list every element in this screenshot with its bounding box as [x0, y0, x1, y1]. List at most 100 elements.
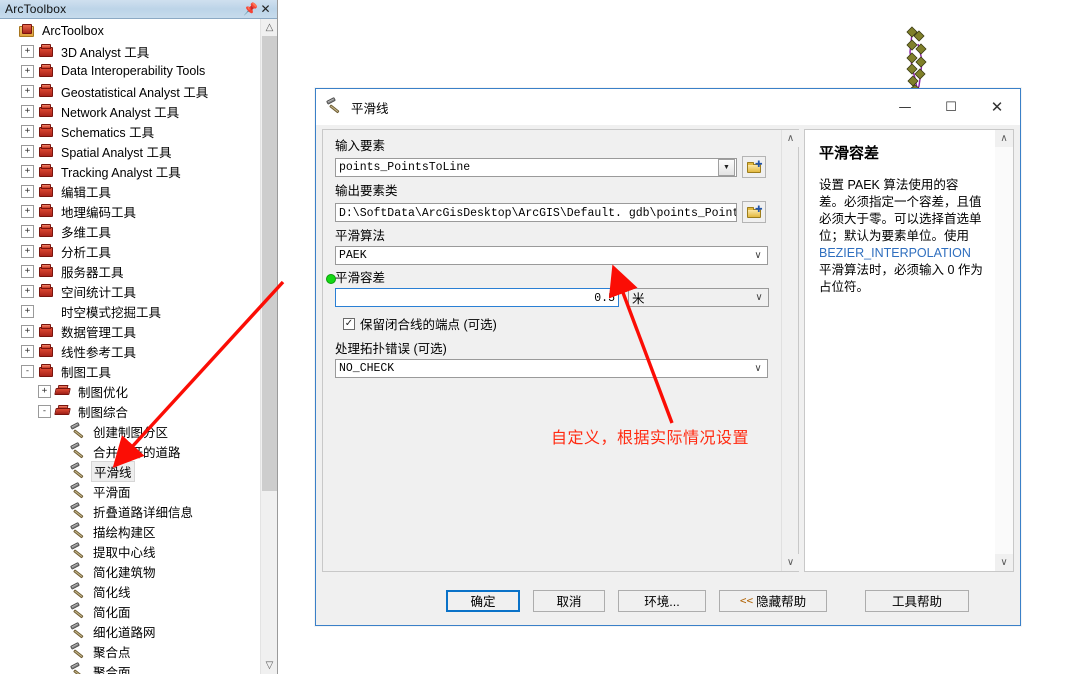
expand-icon[interactable]: +	[21, 344, 34, 358]
preserve-endpoint-checkbox[interactable]: ✓	[343, 317, 355, 330]
tool-hammer-icon	[70, 564, 86, 578]
tree-item-label: 地理编码工具	[61, 205, 137, 220]
toolbox-icon	[38, 204, 54, 218]
preserve-endpoint-checkbox-row[interactable]: ✓ 保留闭合线的端点 (可选)	[343, 314, 771, 333]
tree-item-0[interactable]: ArcToolbox	[0, 21, 260, 41]
tree-item-7[interactable]: + Tracking Analyst 工具	[0, 161, 260, 181]
expand-icon[interactable]: +	[21, 184, 34, 198]
input-features-combo[interactable]: points_PointsToLine ▼	[335, 157, 737, 177]
tree-item-label: ArcToolbox	[42, 24, 104, 38]
tree-item-28[interactable]: 简化线	[0, 581, 260, 601]
scroll-down-icon[interactable]: ∨	[782, 554, 799, 571]
close-button[interactable]: ✕	[974, 90, 1020, 125]
handle-topological-errors-select[interactable]: NO_CHECK ∨	[335, 359, 768, 378]
tree-item-18[interactable]: + 制图优化	[0, 381, 260, 401]
expand-icon[interactable]: +	[38, 384, 51, 398]
tree-item-4[interactable]: + Network Analyst 工具	[0, 101, 260, 121]
input-features-browse-button[interactable]: ✚	[742, 156, 766, 178]
cancel-button[interactable]: 取消	[533, 589, 605, 612]
tree-item-11[interactable]: + 分析工具	[0, 241, 260, 261]
scroll-up-icon[interactable]: ∧	[995, 130, 1013, 147]
help-scrollbar[interactable]: ∧ ∨	[995, 130, 1013, 571]
expand-icon[interactable]: +	[21, 144, 34, 158]
tree-no-expander	[55, 666, 66, 674]
tree-item-17[interactable]: - 制图工具	[0, 361, 260, 381]
expand-icon[interactable]: +	[21, 44, 34, 58]
tree-item-3[interactable]: + Geostatistical Analyst 工具	[0, 81, 260, 101]
tree-item-12[interactable]: + 服务器工具	[0, 261, 260, 281]
collapse-icon[interactable]: -	[38, 404, 51, 418]
tree-item-26[interactable]: 提取中心线	[0, 541, 260, 561]
scroll-down-icon[interactable]: ▽	[261, 657, 277, 674]
ok-button[interactable]: 确定	[446, 589, 520, 612]
expand-icon[interactable]: +	[21, 104, 34, 118]
expand-icon[interactable]: +	[21, 64, 34, 78]
arctoolbox-tree[interactable]: ArcToolbox +3D Analyst 工具 + Data Interopera…	[0, 19, 260, 674]
maximize-button[interactable]: ☐	[928, 90, 974, 125]
tool-help-button[interactable]: 工具帮助	[865, 589, 969, 612]
expand-icon[interactable]: +	[21, 224, 34, 238]
expand-icon[interactable]: +	[21, 164, 34, 178]
scroll-up-icon[interactable]: △	[261, 19, 277, 36]
tree-item-23[interactable]: 平滑面	[0, 481, 260, 501]
tree-item-24[interactable]: 折叠道路详细信息	[0, 501, 260, 521]
tree-no-expander	[55, 526, 66, 537]
collapse-icon[interactable]: -	[21, 364, 34, 378]
expand-icon[interactable]: +	[21, 264, 34, 278]
tree-item-32[interactable]: 聚合面	[0, 661, 260, 674]
scroll-down-icon[interactable]: ∨	[995, 554, 1013, 571]
expand-icon[interactable]: +	[21, 304, 34, 318]
tree-item-14[interactable]: + 时空模式挖掘工具	[0, 301, 260, 321]
tree-item-22[interactable]: 平滑线	[0, 460, 260, 482]
chevron-down-icon[interactable]: ∨	[750, 289, 768, 306]
dialog-titlebar[interactable]: 平滑线 — ☐ ✕	[316, 89, 1020, 125]
chevron-down-icon[interactable]: ∨	[749, 247, 767, 264]
toolbox-icon	[38, 224, 54, 238]
tree-item-27[interactable]: 简化建筑物	[0, 561, 260, 581]
tree-item-10[interactable]: + 多维工具	[0, 221, 260, 241]
scroll-up-icon[interactable]: ∧	[782, 130, 799, 147]
tree-item-15[interactable]: + 数据管理工具	[0, 321, 260, 341]
input-features-label: 输入要素	[335, 139, 386, 153]
expand-icon[interactable]: +	[21, 124, 34, 138]
arctoolbox-tree-area: ArcToolbox +3D Analyst 工具 + Data Interopera…	[0, 19, 277, 674]
tree-item-5[interactable]: + Schematics 工具	[0, 121, 260, 141]
field-output-feature-class: 输出要素类 D:\SoftData\ArcGisDesktop\ArcGIS\D…	[335, 184, 771, 223]
tree-item-30[interactable]: 细化道路网	[0, 621, 260, 641]
pin-icon[interactable]: 📌	[243, 2, 258, 17]
tree-item-label: 平滑线	[91, 460, 135, 482]
tree-item-13[interactable]: + 空间统计工具	[0, 281, 260, 301]
tree-item-25[interactable]: 描绘构建区	[0, 521, 260, 541]
output-feature-class-input[interactable]: D:\SoftData\ArcGisDesktop\ArcGIS\Default…	[335, 202, 737, 222]
hide-help-button[interactable]: << 隐藏帮助	[719, 589, 827, 612]
smoothing-algorithm-select[interactable]: PAEK ∨	[335, 246, 768, 265]
tree-item-31[interactable]: 聚合点	[0, 641, 260, 661]
tree-item-19[interactable]: - 制图综合	[0, 401, 260, 421]
tree-item-2[interactable]: + Data Interoperability Tools	[0, 61, 260, 81]
smoothing-tolerance-input[interactable]: 0.5	[335, 288, 619, 307]
parameters-scrollbar[interactable]: ∧ ∨	[781, 130, 799, 571]
expand-icon[interactable]: +	[21, 204, 34, 218]
close-icon[interactable]: ✕	[258, 2, 273, 17]
tree-item-1[interactable]: +3D Analyst 工具	[0, 41, 260, 61]
arctoolbox-scrollbar[interactable]: △ ▽	[260, 19, 277, 674]
expand-icon[interactable]: +	[21, 84, 34, 98]
minimize-button[interactable]: —	[882, 90, 928, 125]
tree-item-16[interactable]: + 线性参考工具	[0, 341, 260, 361]
scrollbar-thumb[interactable]	[262, 36, 277, 491]
tree-item-6[interactable]: + Spatial Analyst 工具	[0, 141, 260, 161]
expand-icon[interactable]: +	[21, 324, 34, 338]
dropdown-arrow-icon[interactable]: ▼	[718, 158, 735, 176]
output-feature-class-browse-button[interactable]: ✚	[742, 201, 766, 223]
environments-button[interactable]: 环境...	[618, 589, 706, 612]
smoothing-tolerance-unit-select[interactable]: 米 ∨	[628, 288, 769, 307]
tree-item-20[interactable]: 创建制图分区	[0, 421, 260, 441]
tree-item-29[interactable]: 简化面	[0, 601, 260, 621]
expand-icon[interactable]: +	[21, 284, 34, 298]
expand-icon[interactable]: +	[21, 244, 34, 258]
tree-item-label: 制图工具	[61, 365, 112, 380]
tree-item-9[interactable]: + 地理编码工具	[0, 201, 260, 221]
tree-item-21[interactable]: 合并分开的道路	[0, 441, 260, 461]
chevron-down-icon[interactable]: ∨	[749, 360, 767, 377]
tree-item-8[interactable]: + 编辑工具	[0, 181, 260, 201]
